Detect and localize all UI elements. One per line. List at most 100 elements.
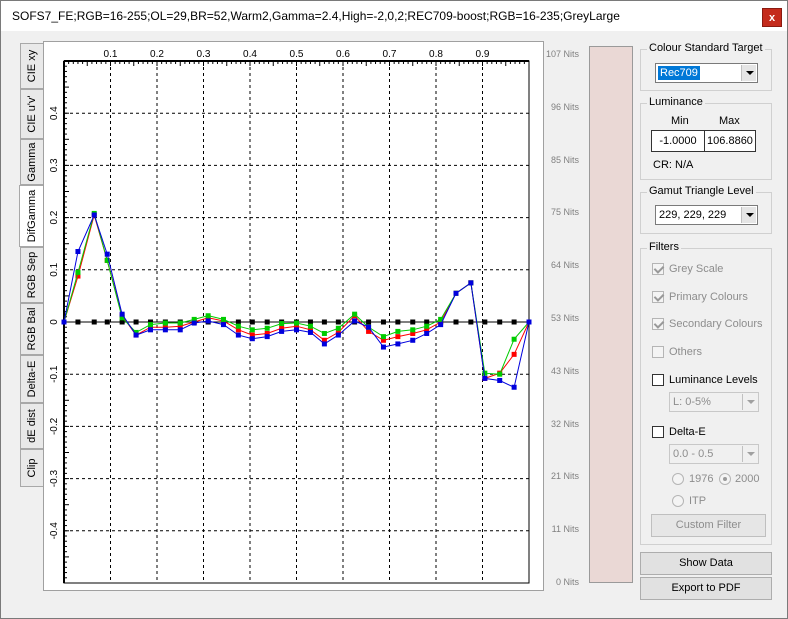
- series-point: [395, 328, 401, 334]
- series-point: [307, 323, 313, 329]
- series-point: [177, 320, 183, 326]
- series-point: [380, 334, 386, 340]
- tab-de-dist[interactable]: dE dist: [20, 403, 43, 449]
- series-point: [395, 334, 401, 340]
- series-point: [104, 319, 110, 325]
- tab-rgb-bal[interactable]: RGB Bal: [20, 303, 43, 355]
- colour-standard-title: Colour Standard Target: [647, 42, 765, 54]
- colour-standard-select[interactable]: Rec709: [655, 63, 758, 83]
- tab-difgamma[interactable]: DifGamma: [19, 185, 44, 247]
- tab-cie-xy[interactable]: CIE xy: [20, 43, 43, 89]
- series-point: [482, 375, 488, 381]
- secondary-colours-checkbox[interactable]: [652, 318, 664, 330]
- luminance-max-value: 106.8860: [704, 130, 756, 152]
- luminance-bar: [589, 46, 633, 583]
- grey-scale-checkbox[interactable]: [652, 263, 664, 275]
- custom-filter-button[interactable]: Custom Filter: [651, 514, 766, 537]
- series-point: [162, 327, 168, 333]
- series-point: [91, 212, 97, 218]
- y-tick-label: 0.2: [49, 210, 60, 224]
- series-point: [91, 319, 97, 325]
- series-point: [220, 322, 226, 328]
- x-tick-label: 0.7: [383, 49, 397, 60]
- series-point: [147, 327, 153, 333]
- series-point: [497, 377, 503, 383]
- x-tick-label: 0.9: [476, 49, 490, 60]
- gamut-select[interactable]: 229, 229, 229: [655, 205, 758, 225]
- series-point: [191, 320, 197, 326]
- luminance-group: Luminance Min Max -1.0000 106.8860 CR: N…: [640, 96, 772, 180]
- radio-itp[interactable]: [672, 495, 684, 507]
- series-point: [511, 319, 517, 325]
- show-data-button[interactable]: Show Data: [640, 552, 772, 575]
- chevron-down-icon: [741, 207, 756, 223]
- series-point: [335, 319, 341, 325]
- x-tick-label: 0.5: [290, 49, 304, 60]
- series-point: [249, 327, 255, 333]
- series-point: [482, 370, 488, 376]
- series-point: [264, 319, 270, 325]
- radio-2000-label: 2000: [735, 473, 760, 485]
- y-tick-label: 0.4: [49, 106, 60, 120]
- radio-1976[interactable]: [672, 473, 684, 485]
- filters-group: Filters Grey Scale Primary Colours Secon…: [640, 241, 772, 545]
- radio-2000[interactable]: [719, 473, 731, 485]
- series-point: [321, 319, 327, 325]
- luminance-levels-label: Luminance Levels: [669, 374, 758, 386]
- series-point: [75, 269, 81, 275]
- filters-title: Filters: [647, 241, 681, 253]
- delta-e-checkbox[interactable]: [652, 426, 664, 438]
- chevron-down-icon: [742, 394, 757, 410]
- y-tick-label: -0.4: [49, 522, 60, 540]
- series-point: [294, 320, 299, 326]
- series-point: [511, 336, 517, 342]
- series-point: [61, 319, 67, 325]
- tab-clip[interactable]: Clip: [20, 449, 43, 487]
- primary-colours-label: Primary Colours: [669, 291, 748, 303]
- series-point: [75, 319, 81, 325]
- series-point: [497, 371, 503, 377]
- series-point: [104, 251, 110, 257]
- series-point: [511, 384, 517, 390]
- series-point: [395, 341, 401, 347]
- series-point: [511, 351, 517, 357]
- luminance-levels-checkbox[interactable]: [652, 374, 664, 386]
- app-window: SOFS7_FE;RGB=16-255;OL=29,BR=52,Warm2,Ga…: [0, 0, 788, 619]
- series-point: [453, 290, 459, 296]
- nits-label: 53 Nits: [550, 313, 579, 323]
- tab-rgb-sep[interactable]: RGB Sep: [20, 247, 43, 303]
- delta-e-select[interactable]: 0.0 - 0.5: [669, 444, 759, 464]
- series-point: [366, 324, 372, 330]
- close-button[interactable]: x: [762, 8, 782, 27]
- others-label: Others: [669, 346, 703, 358]
- series-point: [321, 330, 327, 336]
- colour-standard-value: Rec709: [658, 66, 700, 80]
- export-pdf-button[interactable]: Export to PDF: [640, 577, 772, 600]
- tab-cie-uv[interactable]: CIE u'v': [20, 89, 43, 139]
- series-point: [205, 313, 211, 319]
- tab-gamma[interactable]: Gamma: [20, 139, 43, 185]
- others-checkbox[interactable]: [652, 346, 664, 358]
- nits-label: 75 Nits: [550, 207, 579, 218]
- nits-label: 32 Nits: [550, 418, 579, 429]
- series-point: [307, 329, 313, 335]
- x-tick-label: 0.3: [197, 49, 211, 60]
- title-bar: SOFS7_FE;RGB=16-255;OL=29,BR=52,Warm2,Ga…: [1, 1, 787, 31]
- series-point: [235, 332, 241, 338]
- series-point: [482, 319, 488, 325]
- tab-delta-e[interactable]: Delta-E: [20, 355, 43, 403]
- gamut-group: Gamut Triangle Level 229, 229, 229: [640, 185, 772, 234]
- nits-label: 96 Nits: [550, 101, 579, 112]
- gamut-value: 229, 229, 229: [659, 209, 727, 221]
- series-point: [468, 280, 474, 286]
- series-point: [366, 319, 372, 325]
- y-tick-label: 0: [49, 319, 60, 325]
- series-point: [249, 336, 255, 342]
- luminance-level-select[interactable]: L: 0-5%: [669, 392, 759, 412]
- primary-colours-checkbox[interactable]: [652, 291, 664, 303]
- series-point: [294, 327, 299, 333]
- nits-label: 64 Nits: [550, 260, 579, 271]
- nits-label: 43 Nits: [550, 365, 579, 376]
- series-point: [526, 319, 532, 325]
- series-point: [321, 341, 327, 347]
